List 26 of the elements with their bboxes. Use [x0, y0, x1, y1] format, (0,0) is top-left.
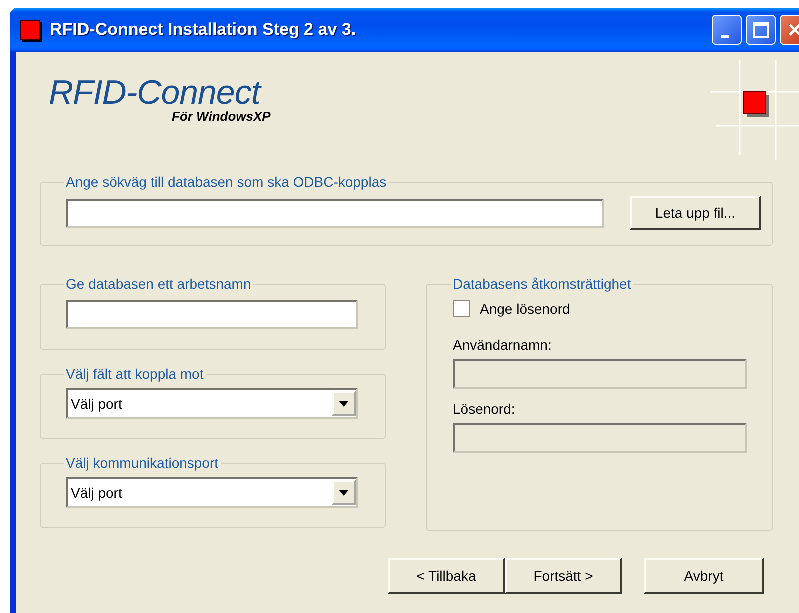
checkbox-label: Ange lösenord	[480, 300, 570, 316]
dropdown[interactable]: Välj port	[66, 388, 358, 419]
browse-button[interactable]: Leta upp fil...	[630, 196, 761, 230]
wizard-button[interactable]: Avbryt	[644, 558, 764, 594]
field-label: Lösenord:	[453, 401, 516, 417]
minimize-icon	[721, 34, 729, 38]
wizard-button[interactable]: < Tillbaka	[388, 558, 505, 594]
wizard-button[interactable]: Fortsätt >	[505, 558, 622, 594]
logo-subtitle: För WindowsXP	[172, 110, 271, 124]
logo-title: RFID-Connect	[49, 76, 260, 110]
group-legend: Välj kommunikationsport	[64, 455, 221, 471]
group-legend: Databasens åtkomsträttighet	[451, 276, 634, 292]
maximize-button[interactable]	[746, 15, 776, 45]
minimize-button[interactable]	[712, 15, 742, 45]
group-legend: Välj fält att koppla mot	[64, 366, 206, 382]
dropdown[interactable]: Välj port	[66, 477, 358, 508]
app-icon	[20, 20, 40, 40]
window-title: RFID-Connect Installation Steg 2 av 3.	[50, 20, 358, 40]
password-checkbox[interactable]	[453, 300, 470, 317]
close-icon	[788, 23, 799, 37]
work-name-field[interactable]	[66, 300, 358, 329]
field-label: Användarnamn:	[453, 337, 553, 353]
group-legend: Ange sökväg till databasen som ska ODBC-kopplas	[64, 174, 389, 190]
database-path-field[interactable]	[66, 198, 604, 228]
maximize-icon	[753, 22, 769, 38]
group-legend: Ge databasen ett arbetsnamn	[64, 276, 254, 292]
